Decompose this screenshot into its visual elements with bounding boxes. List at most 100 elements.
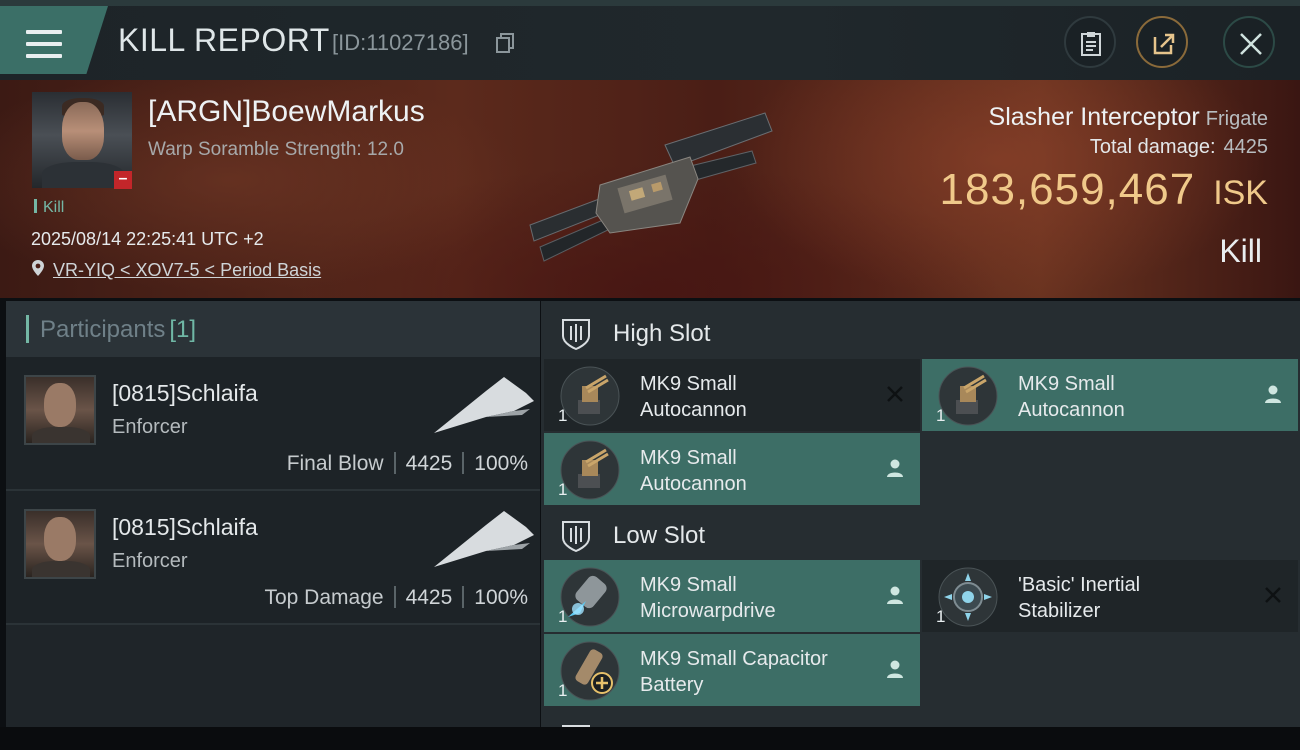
total-damage-value: 4425 [1223,136,1269,158]
participant-avatar[interactable] [24,375,96,445]
dropped-person-icon [887,660,903,678]
microwarpdrive-icon [560,567,620,627]
close-button[interactable] [1223,16,1275,68]
participants-count: [1] [169,316,197,343]
participant-ship: Enforcer [112,550,188,572]
participant-avatar[interactable] [24,509,96,579]
share-icon [1153,33,1175,55]
module-item[interactable]: 1 'Basic' Inertial Stabilizer [922,560,1298,632]
module-name: MK9 Small Autocannon [1018,371,1248,423]
participant-role: Final Blow [286,452,384,475]
module-quantity: 1 [558,406,568,425]
kill-tag: Kill [34,199,64,217]
copy-icon[interactable] [496,33,514,53]
module-item[interactable]: 1 MK9 Small Autocannon [544,433,920,505]
capacitor-battery-icon [560,641,620,701]
participant-row[interactable]: [0815]Schlaifa Enforcer Top Damage 4425 10… [6,491,540,625]
bottom-strip [0,727,1300,750]
module-quantity: 1 [936,406,946,425]
participant-row[interactable]: [0815]Schlaifa Enforcer Final Blow 4425 10… [6,357,540,491]
participant-ship: Enforcer [112,416,188,438]
participant-stats: Final Blow 4425 100% [287,452,528,476]
ship-class: Frigate [1205,108,1268,130]
kill-datetime: 2025/08/14 22:25:41 UTC +2 [31,229,264,249]
participant-percent: 100% [474,452,528,475]
participant-damage: 4425 [405,452,453,475]
mid-slot-header-partial [541,711,1300,727]
module-item[interactable]: 1 MK9 Small Autocannon [922,359,1298,431]
participant-percent: 100% [474,586,528,609]
module-item[interactable]: 1 MK9 Small Autocannon [544,359,920,431]
total-damage: Total damage: 4425 [1090,136,1268,159]
ship-type-line[interactable]: Slasher Interceptor Frigate [989,103,1268,132]
warp-scramble-strength: Warp Soramble Strength: 12.0 [148,139,404,160]
module-quantity: 1 [558,480,568,499]
kill-report-id: [ID:11027186] [332,30,469,55]
victim-name[interactable]: [ARGN]BoewMarkus [148,95,425,129]
isk-unit: ISK [1213,174,1268,212]
module-name-line2: Stabilizer [1018,600,1101,622]
victim-ship-render[interactable] [520,105,780,265]
ship-name: Slasher Interceptor [988,103,1200,131]
close-icon [1240,33,1262,55]
low-slot-title: Low Slot [613,522,706,549]
location-pin-icon [32,260,44,276]
module-item[interactable]: 1 MK9 Small Capacitor Battery [544,634,920,706]
dropped-person-icon [887,459,903,477]
participant-role: Top Damage [264,586,384,609]
module-name-line1: MK9 Small [640,574,737,596]
participant-name: [0815]Schlaifa [112,514,258,540]
hamburger-menu-icon [26,30,62,58]
participants-panel: Participants [1] [0815]Schlaifa Enforcer … [6,301,540,727]
module-name: MK9 Small Autocannon [640,371,870,423]
fitting-panel: High Slot 1 MK9 Small Autocannon 1 MK9 S… [541,301,1300,727]
low-slot-header: Low Slot [541,507,1300,563]
hostile-badge-icon: – [114,171,132,189]
total-damage-label: Total damage: [1089,136,1216,158]
page-title: KILL REPORT [118,22,330,58]
participants-title: Participants [40,316,166,343]
high-slot-title: High Slot [613,320,711,347]
menu-button[interactable] [0,6,108,74]
top-bar: KILL REPORT [ID:11027186] [0,0,1300,80]
module-quantity: 1 [558,681,568,700]
autocannon-icon [560,440,620,500]
module-name-line1: MK9 Small Capacitor [640,648,828,670]
isk-amount: 183,659,467 [939,165,1196,214]
dropped-person-icon [1265,385,1281,403]
participant-damage: 4425 [405,586,453,609]
share-button[interactable] [1136,16,1188,68]
module-name-line2: Battery [640,674,704,696]
module-name: MK9 Small Capacitor Battery [640,646,870,698]
module-name: MK9 Small Autocannon [640,445,870,497]
participants-header[interactable]: Participants [1] [6,301,540,357]
dropped-person-icon [887,586,903,604]
module-name-line2: Autocannon [640,473,747,495]
inertial-stabilizer-icon [938,567,998,627]
module-name-line1: 'Basic' Inertial [1018,574,1141,596]
clipboard-button[interactable] [1064,16,1116,68]
module-name-line1: MK9 Small [640,447,737,469]
kill-location-link[interactable]: VR-YIQ < XOV7-5 < Period Basis [53,260,321,281]
module-name-line2: Autocannon [1018,399,1125,421]
kill-result-label: Kill [1219,233,1262,269]
module-name-line2: Autocannon [640,399,747,421]
participant-name: [0815]Schlaifa [112,380,258,406]
participant-ship-icon [434,377,534,433]
module-quantity: 1 [558,607,568,626]
clipboard-icon [1081,32,1101,56]
module-name-line1: MK9 Small [1018,373,1115,395]
isk-value: 183,659,467 ISK [940,165,1269,215]
autocannon-icon [560,366,620,426]
destroyed-x-icon [1265,587,1281,603]
module-quantity: 1 [936,607,946,626]
high-slot-icon [562,319,590,350]
destroyed-x-icon [887,386,903,402]
module-name: 'Basic' Inertial Stabilizer [1018,572,1248,624]
module-name: MK9 Small Microwarpdrive [640,572,870,624]
module-item[interactable]: 1 MK9 Small Microwarpdrive [544,560,920,632]
module-name-line1: MK9 Small [640,373,737,395]
module-name-line2: Microwarpdrive [640,600,776,622]
high-slot-header: High Slot [541,305,1300,361]
autocannon-icon [938,366,998,426]
